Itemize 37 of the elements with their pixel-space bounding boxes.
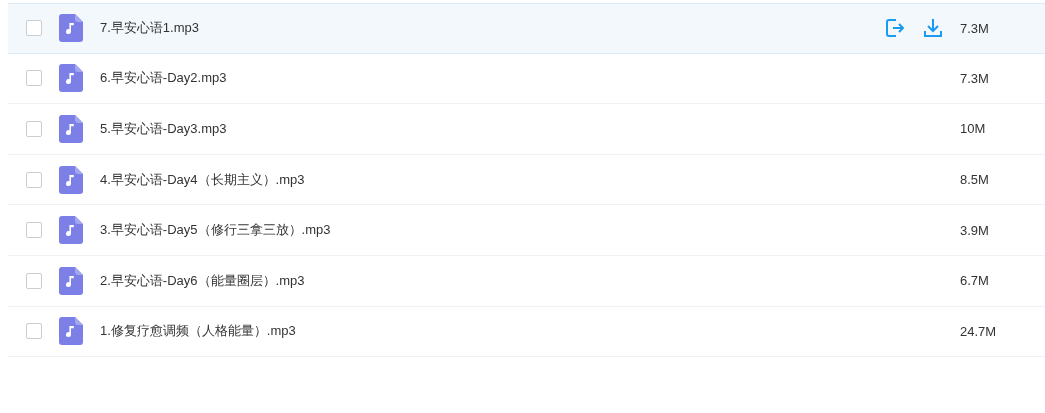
file-row[interactable]: 7.早安心语1.mp3 7.3M [8, 3, 1045, 54]
checkbox[interactable] [26, 70, 42, 87]
file-size: 10M [960, 121, 987, 137]
music-file-icon [59, 115, 83, 143]
file-row[interactable]: 4.早安心语-Day4（长期主义）.mp3 8.5M [8, 154, 1045, 206]
checkbox[interactable] [26, 272, 42, 289]
file-size: 7.3M [960, 70, 990, 86]
checkbox[interactable] [26, 20, 42, 37]
file-size: 3.9M [960, 222, 990, 238]
file-name: 4.早安心语-Day4（长期主义）.mp3 [100, 170, 306, 189]
music-file-icon [59, 14, 83, 43]
file-size: 8.5M [960, 172, 990, 188]
file-size: 24.7M [960, 323, 998, 339]
file-size: 7.3M [960, 20, 990, 36]
share-icon[interactable] [884, 17, 906, 40]
music-file-icon [59, 165, 83, 194]
checkbox[interactable] [26, 323, 42, 340]
checkbox[interactable] [26, 222, 42, 239]
file-name: 3.早安心语-Day5（修行三拿三放）.mp3 [100, 221, 332, 240]
checkbox[interactable] [26, 171, 42, 188]
music-file-icon [59, 266, 83, 295]
file-name: 1.修复疗愈调频（人格能量）.mp3 [100, 322, 297, 341]
file-name: 5.早安心语-Day3.mp3 [100, 120, 228, 138]
file-row[interactable]: 3.早安心语-Day5（修行三拿三放）.mp3 3.9M [8, 205, 1045, 256]
music-file-icon [59, 64, 83, 93]
file-name: 6.早安心语-Day2.mp3 [100, 69, 228, 88]
download-icon[interactable] [922, 17, 944, 40]
file-size: 6.7M [960, 273, 990, 289]
file-name: 7.早安心语1.mp3 [100, 19, 200, 38]
file-row[interactable]: 5.早安心语-Day3.mp3 10M [8, 104, 1045, 155]
music-file-icon [59, 216, 83, 245]
file-row[interactable]: 2.早安心语-Day6（能量圈层）.mp3 6.7M [8, 255, 1045, 307]
music-file-icon [59, 317, 83, 346]
checkbox[interactable] [26, 121, 42, 137]
file-row[interactable]: 1.修复疗愈调频（人格能量）.mp3 24.7M [8, 306, 1045, 358]
file-name: 2.早安心语-Day6（能量圈层）.mp3 [100, 271, 306, 290]
file-row[interactable]: 6.早安心语-Day2.mp3 7.3M [8, 53, 1045, 105]
